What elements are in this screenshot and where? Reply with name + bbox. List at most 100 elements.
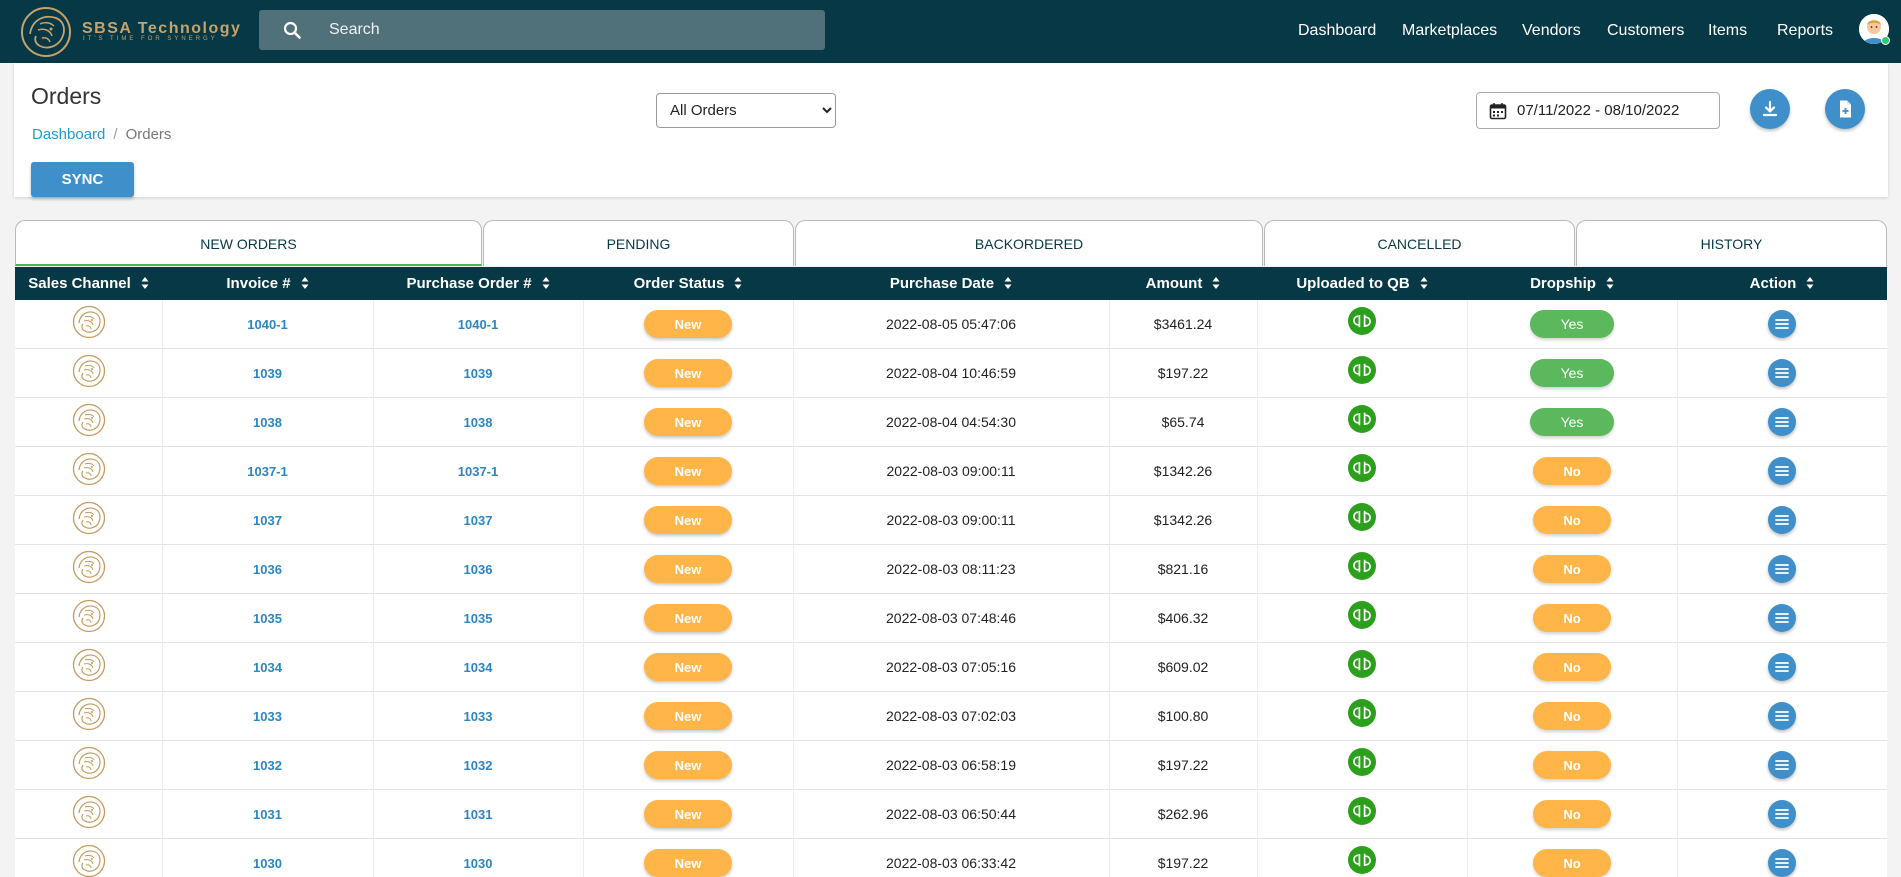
tab-pending[interactable]: PENDING <box>483 220 794 266</box>
invoice-link[interactable]: 1039 <box>253 366 282 381</box>
purchase-order-link[interactable]: 1030 <box>464 856 493 871</box>
purchase-date-cell: 2022-08-04 04:54:30 <box>793 398 1109 446</box>
invoice-link[interactable]: 1040-1 <box>247 317 287 332</box>
row-action-button[interactable] <box>1768 506 1796 534</box>
purchase-order-link[interactable]: 1035 <box>464 611 493 626</box>
date-range-picker[interactable]: 07/11/2022 - 08/10/2022 <box>1476 92 1720 129</box>
sort-icon <box>542 276 550 289</box>
row-action-button[interactable] <box>1768 653 1796 681</box>
row-action-button[interactable] <box>1768 457 1796 485</box>
purchase-order-link[interactable]: 1034 <box>464 660 493 675</box>
download-button[interactable] <box>1750 89 1790 129</box>
column-purchase-order[interactable]: Purchase Order # <box>373 267 583 300</box>
purchase-order-link[interactable]: 1033 <box>464 709 493 724</box>
row-action-button[interactable] <box>1768 310 1796 338</box>
purchase-order-link[interactable]: 1040-1 <box>458 317 498 332</box>
row-action-button[interactable] <box>1768 555 1796 583</box>
quickbooks-icon <box>1348 307 1376 335</box>
row-action-button[interactable] <box>1768 408 1796 436</box>
invoice-link[interactable]: 1038 <box>253 415 282 430</box>
sync-button[interactable]: SYNC <box>31 162 134 197</box>
invoice-link[interactable]: 1030 <box>253 856 282 871</box>
tab-backordered[interactable]: BACKORDERED <box>795 220 1263 266</box>
column-action[interactable]: Action <box>1677 267 1887 300</box>
tab-new-orders[interactable]: NEW ORDERS <box>15 220 482 266</box>
row-action-button[interactable] <box>1768 800 1796 828</box>
purchase-date-cell: 2022-08-03 09:00:11 <box>793 496 1109 544</box>
column-label: Invoice # <box>226 275 291 292</box>
status-badge: New <box>644 506 732 534</box>
quickbooks-logo <box>1353 461 1371 475</box>
column-uploaded-to-qb[interactable]: Uploaded to QB <box>1257 267 1467 300</box>
status-badge: New <box>644 310 732 338</box>
quickbooks-logo <box>1353 853 1371 867</box>
column-invoice[interactable]: Invoice # <box>162 267 373 300</box>
column-sales-channel[interactable]: Sales Channel <box>15 267 162 300</box>
order-status-cell: New <box>583 496 793 544</box>
purchase-order-link[interactable]: 1037 <box>464 513 493 528</box>
invoice-link[interactable]: 1033 <box>253 709 282 724</box>
quickbooks-icon <box>1348 601 1376 629</box>
invoice-link[interactable]: 1035 <box>253 611 282 626</box>
purchase-order-link[interactable]: 1036 <box>464 562 493 577</box>
brand-tagline: IT'S TIME FOR SYNERGY <box>83 36 218 42</box>
nav-marketplaces[interactable]: Marketplaces <box>1402 22 1497 40</box>
amount-cell: $609.02 <box>1109 643 1257 691</box>
brand-logo[interactable]: SBSA Technology IT'S TIME FOR SYNERGY <box>18 4 248 60</box>
dropship-badge: No <box>1533 604 1611 632</box>
column-label: Uploaded to QB <box>1296 275 1410 292</box>
sales-channel-cell <box>15 496 162 544</box>
row-action-button[interactable] <box>1768 751 1796 779</box>
purchase-date: 2022-08-03 07:02:03 <box>886 708 1016 724</box>
quickbooks-logo <box>1353 412 1371 426</box>
invoice-link[interactable]: 1037 <box>253 513 282 528</box>
invoice-cell: 1037-1 <box>162 447 373 495</box>
tab-history[interactable]: HISTORY <box>1576 220 1887 266</box>
action-cell <box>1677 545 1887 593</box>
column-order-status[interactable]: Order Status <box>583 267 793 300</box>
purchase-date-cell: 2022-08-03 07:05:16 <box>793 643 1109 691</box>
uploaded-to-qb-cell <box>1257 545 1467 593</box>
breadcrumb-dashboard[interactable]: Dashboard <box>32 126 105 143</box>
column-amount[interactable]: Amount <box>1109 267 1257 300</box>
search-bar <box>259 10 825 50</box>
purchase-order-link[interactable]: 1039 <box>464 366 493 381</box>
invoice-link[interactable]: 1037-1 <box>247 464 287 479</box>
nav-vendors[interactable]: Vendors <box>1522 22 1581 40</box>
row-action-button[interactable] <box>1768 359 1796 387</box>
row-action-button[interactable] <box>1768 702 1796 730</box>
purchase-order-link[interactable]: 1038 <box>464 415 493 430</box>
sales-channel-cell <box>15 398 162 446</box>
purchase-order-link[interactable]: 1037-1 <box>458 464 498 479</box>
purchase-order-link[interactable]: 1032 <box>464 758 493 773</box>
lion-logo-icon <box>72 305 105 339</box>
sales-channel-cell <box>15 447 162 495</box>
amount: $197.22 <box>1157 855 1209 871</box>
sort-icon <box>1606 276 1614 289</box>
nav-reports[interactable]: Reports <box>1777 22 1833 40</box>
nav-items[interactable]: Items <box>1708 22 1747 40</box>
search-input[interactable] <box>329 10 809 50</box>
nav-customers[interactable]: Customers <box>1607 22 1684 40</box>
tab-cancelled[interactable]: CANCELLED <box>1264 220 1575 266</box>
order-status-cell: New <box>583 643 793 691</box>
column-label: Purchase Order # <box>406 275 532 292</box>
amount-cell: $3461.24 <box>1109 300 1257 348</box>
export-file-button[interactable] <box>1825 89 1865 129</box>
order-filter-select[interactable]: All Orders <box>656 93 836 128</box>
quickbooks-icon <box>1348 748 1376 776</box>
invoice-link[interactable]: 1032 <box>253 758 282 773</box>
row-action-button[interactable] <box>1768 604 1796 632</box>
invoice-link[interactable]: 1031 <box>253 807 282 822</box>
nav-dashboard[interactable]: Dashboard <box>1298 22 1376 40</box>
search-icon[interactable] <box>283 21 301 39</box>
invoice-cell: 1040-1 <box>162 300 373 348</box>
column-dropship[interactable]: Dropship <box>1467 267 1677 300</box>
invoice-link[interactable]: 1036 <box>253 562 282 577</box>
invoice-link[interactable]: 1034 <box>253 660 282 675</box>
row-action-button[interactable] <box>1768 849 1796 877</box>
column-purchase-date[interactable]: Purchase Date <box>793 267 1109 300</box>
table-row: 1036 1036 New 2022-08-03 08:11:23 $821.16 No <box>15 545 1887 594</box>
purchase-order-link[interactable]: 1031 <box>464 807 493 822</box>
table-row: 1030 1030 New 2022-08-03 06:33:42 $197.22 No <box>15 839 1887 877</box>
